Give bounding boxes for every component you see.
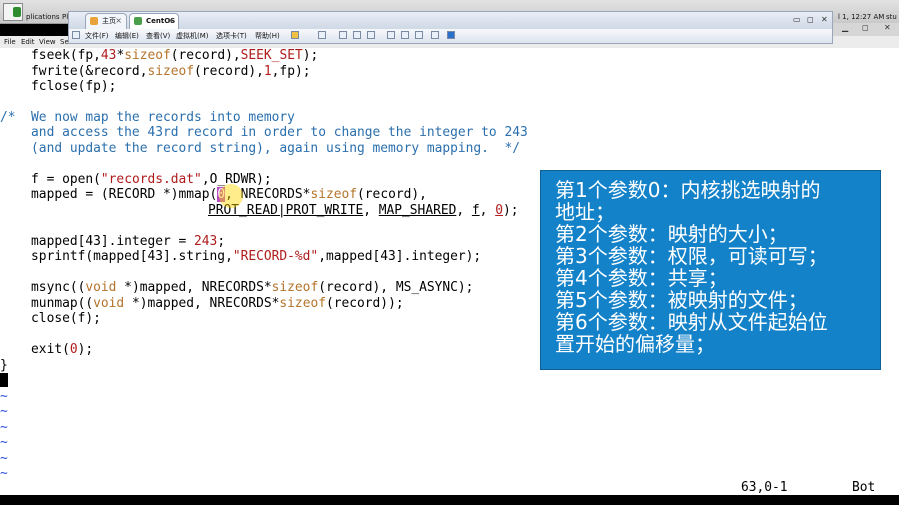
tab-home[interactable]: 主页 × [85,13,127,29]
bottom-bar [0,495,899,505]
panel-user[interactable]: stu [886,13,897,21]
empty-line-marker: ~ [0,389,8,404]
manage-snapshots-icon[interactable] [367,31,375,39]
closing-brace: } [0,358,8,373]
pin-icon[interactable] [72,31,80,39]
empty-line-marker: ~ [0,435,8,450]
window-close-icon[interactable]: ✕ [821,15,828,24]
annotation-line: 地址； [555,200,615,224]
vm-menu-toolbar: 文件(F) 编辑(E) 查看(V) 虚拟机(M) 选项卡(T) 帮助(H) [68,29,833,44]
home-icon [90,17,98,25]
terminal-app-icon[interactable] [3,3,23,21]
text-cursor [0,373,8,388]
minimize-icon[interactable]: ▭ [793,15,801,24]
close-icon[interactable]: × [115,14,122,28]
menu-tabs[interactable]: 选项卡(T) [216,31,247,41]
vm-window-tabbar: 主页 × CentOS × ▭ ◻ ✕ [68,11,833,30]
close-icon[interactable]: ✕ [884,23,891,32]
menu-edit[interactable]: 编辑(E) [115,31,139,41]
panel-clock[interactable]: l 1, 12:27 AM [838,13,884,21]
annotation-line: 第6个参数：映射从文件起始位 [555,310,828,334]
menu-vm[interactable]: 虚拟机(M) [176,31,209,41]
empty-line-marker: ~ [0,420,8,435]
annotation-line: 第1个参数0：内核挑选映射的 [555,178,821,202]
terminal-window-controls: ▁ ◻ ✕ [832,23,899,36]
applications-menu[interactable]: plications [26,13,60,21]
menu-edit[interactable]: Edit [21,36,35,48]
snapshot-icon[interactable] [339,31,347,39]
mouse-pointer-highlight [219,184,243,208]
menu-file[interactable]: File [4,36,16,48]
library-icon[interactable] [431,31,439,39]
code-line: PROT_READ|PROT_WRITE, MAP_SHARED, f, 0); [208,203,519,218]
cursor-position: 63,0-1 [741,480,788,495]
centos-icon [134,17,142,25]
code-line: fclose(fp); [0,79,117,94]
annotation-line: 第2个参数：映射的大小； [555,222,788,246]
close-icon[interactable]: × [167,14,174,28]
annotation-line: 第3个参数：权限，可读可写； [555,244,828,268]
fullscreen-icon[interactable] [401,31,409,39]
menu-file[interactable]: 文件(F) [85,31,109,41]
annotation-line: 第5个参数：被映射的文件； [555,288,808,312]
menu-view[interactable]: 查看(V) [146,31,170,41]
send-keys-icon[interactable] [318,31,326,39]
code-line: exit(0); [0,342,94,357]
code-line: fwrite(&record,sizeof(record),1,fp); [0,64,311,79]
code-line: close(f); [0,311,101,326]
scroll-indicator: Bot [852,480,876,495]
code-line: mapped[43].integer = 243; [0,234,226,249]
code-line: sprintf(mapped[43].string,"RECORD-%d",ma… [0,249,482,264]
annotation-line: 第4个参数：共享； [555,266,728,290]
maximize-icon[interactable]: ◻ [862,23,869,32]
empty-line-marker: ~ [0,404,8,419]
empty-line-marker: ~ [0,466,8,481]
menu-help[interactable]: 帮助(H) [255,31,280,41]
comment-line: /* We now map the records into memory [0,110,295,125]
minimize-icon[interactable]: ▁ [842,23,848,32]
revert-icon[interactable] [353,31,361,39]
tab-centos[interactable]: CentOS × [129,13,179,29]
console-view-icon[interactable] [447,31,455,39]
unity-icon[interactable] [415,31,423,39]
annotation-line: 置开始的偏移量； [555,332,715,356]
code-line: fseek(fp,43*sizeof(record),SEEK_SET); [0,48,319,63]
code-line: msync((void *)mapped, NRECORDS*sizeof(re… [0,280,474,295]
code-line: mapped = (RECORD *)mmap(0, NRECORDS*size… [0,187,427,202]
vim-statusline: 63,0-1 Bot [0,481,899,495]
normal-view-icon[interactable] [387,31,395,39]
comment-line: (and update the record string), again us… [0,141,520,156]
mmap-parameters-annotation: 第1个参数0：内核挑选映射的 地址； 第2个参数：映射的大小； 第3个参数：权限… [540,170,881,370]
menu-view[interactable]: View [39,36,56,48]
empty-line-marker: ~ [0,451,8,466]
comment-line: and access the 43rd record in order to c… [0,125,528,140]
tab-home-label: 主页 [102,17,116,25]
maximize-icon[interactable]: ◻ [807,15,814,24]
code-line: munmap((void *)mapped, NRECORDS*sizeof(r… [0,296,404,311]
power-icon[interactable] [291,31,299,39]
